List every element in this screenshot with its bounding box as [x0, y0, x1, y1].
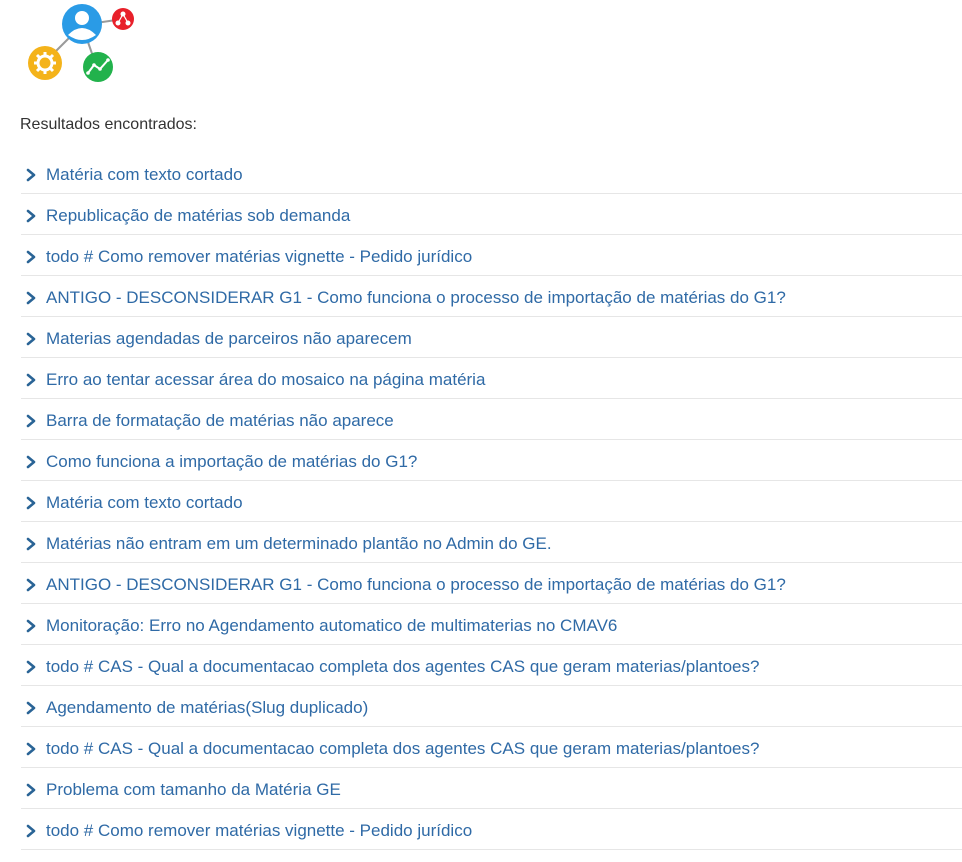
- result-label: Matéria com texto cortado: [46, 164, 243, 184]
- list-item: ANTIGO - DESCONSIDERAR G1 - Como funcion…: [21, 564, 962, 604]
- list-item: Monitoração: Erro no Agendamento automat…: [21, 605, 962, 645]
- result-link[interactable]: Monitoração: Erro no Agendamento automat…: [21, 616, 617, 636]
- results-heading: Resultados encontrados:: [20, 116, 197, 133]
- list-item: Matéria com texto cortado: [21, 482, 962, 522]
- chevron-right-icon: [26, 168, 36, 181]
- result-link[interactable]: ANTIGO - DESCONSIDERAR G1 - Como funcion…: [21, 575, 786, 595]
- list-item: Erro ao tentar acessar área do mosaico n…: [21, 359, 962, 399]
- result-label: Republicação de matérias sob demanda: [46, 205, 351, 225]
- result-label: todo # CAS - Qual a documentacao complet…: [46, 738, 760, 758]
- list-item: Como funciona a importação de matérias d…: [21, 441, 962, 481]
- chevron-right-icon: [26, 824, 36, 837]
- result-link[interactable]: Erro ao tentar acessar área do mosaico n…: [21, 370, 485, 390]
- chevron-right-icon: [26, 209, 36, 222]
- list-item: Problema com tamanho da Matéria GE: [21, 769, 962, 809]
- result-label: ANTIGO - DESCONSIDERAR G1 - Como funcion…: [46, 287, 786, 307]
- result-link[interactable]: Barra de formatação de matérias não apar…: [21, 411, 394, 431]
- result-link[interactable]: Matéria com texto cortado: [21, 165, 243, 185]
- logo-icon: [28, 4, 134, 82]
- chevron-right-icon: [26, 373, 36, 386]
- result-link[interactable]: Agendamento de matérias(Slug duplicado): [21, 698, 368, 718]
- result-label: Barra de formatação de matérias não apar…: [46, 410, 394, 430]
- result-link[interactable]: todo # Como remover matérias vignette - …: [21, 821, 472, 841]
- list-item: Agendamento de matérias(Slug duplicado): [21, 687, 962, 727]
- chevron-right-icon: [26, 496, 36, 509]
- list-item: Republicação de matérias sob demanda: [21, 195, 962, 235]
- result-link[interactable]: Como funciona a importação de matérias d…: [21, 452, 417, 472]
- result-label: Erro ao tentar acessar área do mosaico n…: [46, 369, 486, 389]
- list-item: Barra de formatação de matérias não apar…: [21, 400, 962, 440]
- result-label: ANTIGO - DESCONSIDERAR G1 - Como funcion…: [46, 574, 786, 594]
- results-list: Matéria com texto cortado Republicação d…: [21, 154, 962, 851]
- result-label: todo # Como remover matérias vignette - …: [46, 820, 473, 840]
- list-item: todo # CAS - Qual a documentacao complet…: [21, 728, 962, 768]
- result-label: Agendamento de matérias(Slug duplicado): [46, 697, 369, 717]
- result-label: Problema com tamanho da Matéria GE: [46, 779, 341, 799]
- result-label: todo # Como remover matérias vignette - …: [46, 246, 473, 266]
- chevron-right-icon: [26, 414, 36, 427]
- list-item: Materias agendadas de parceiros não apar…: [21, 318, 962, 358]
- result-link[interactable]: todo # CAS - Qual a documentacao complet…: [21, 739, 759, 759]
- chevron-right-icon: [26, 332, 36, 345]
- chevron-right-icon: [26, 619, 36, 632]
- list-item: ANTIGO - DESCONSIDERAR G1 - Como funcion…: [21, 277, 962, 317]
- result-label: Monitoração: Erro no Agendamento automat…: [46, 615, 618, 635]
- chevron-right-icon: [26, 455, 36, 468]
- result-link[interactable]: todo # CAS - Qual a documentacao complet…: [21, 657, 759, 677]
- list-item: Matérias não entram em um determinado pl…: [21, 523, 962, 563]
- chevron-right-icon: [26, 537, 36, 550]
- result-label: Matéria com texto cortado: [46, 492, 243, 512]
- chevron-right-icon: [26, 742, 36, 755]
- result-link[interactable]: Matérias não entram em um determinado pl…: [21, 534, 552, 554]
- result-link[interactable]: Republicação de matérias sob demanda: [21, 206, 350, 226]
- result-label: Matérias não entram em um determinado pl…: [46, 533, 552, 553]
- chevron-right-icon: [26, 578, 36, 591]
- list-item: todo # CAS - Qual a documentacao complet…: [21, 646, 962, 686]
- result-link[interactable]: Matéria com texto cortado: [21, 493, 243, 513]
- result-link[interactable]: ANTIGO - DESCONSIDERAR G1 - Como funcion…: [21, 288, 786, 308]
- chevron-right-icon: [26, 250, 36, 263]
- result-link[interactable]: Problema com tamanho da Matéria GE: [21, 780, 341, 800]
- list-item: todo # Como remover matérias vignette - …: [21, 236, 962, 276]
- list-item: todo # Como remover matérias vignette - …: [21, 810, 962, 850]
- result-label: Materias agendadas de parceiros não apar…: [46, 328, 412, 348]
- chevron-right-icon: [26, 291, 36, 304]
- result-label: todo # CAS - Qual a documentacao complet…: [46, 656, 760, 676]
- result-link[interactable]: todo # Como remover matérias vignette - …: [21, 247, 472, 267]
- chevron-right-icon: [26, 701, 36, 714]
- chevron-right-icon: [26, 783, 36, 796]
- chevron-right-icon: [26, 660, 36, 673]
- list-item: Matéria com texto cortado: [21, 154, 962, 194]
- result-label: Como funciona a importação de matérias d…: [46, 451, 418, 471]
- result-link[interactable]: Materias agendadas de parceiros não apar…: [21, 329, 412, 349]
